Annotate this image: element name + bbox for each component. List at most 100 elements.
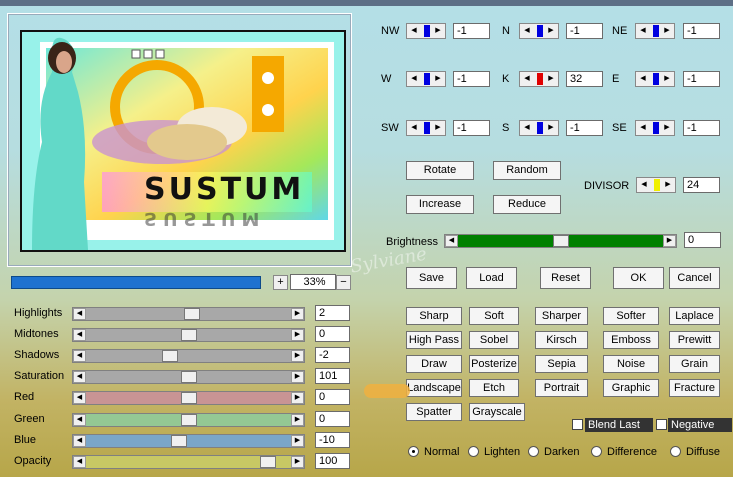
opacity-slider[interactable]: ◀ ▶ (72, 454, 305, 469)
preset-spatter-button[interactable]: Spatter (406, 403, 462, 421)
green-field[interactable]: 0 (315, 410, 350, 427)
zoom-in-button[interactable]: + (273, 275, 288, 290)
matrix-ne-spinner[interactable]: ◀ ▶ (635, 23, 675, 39)
matrix-e-right-arrow[interactable]: ▶ (660, 72, 674, 86)
matrix-n-field[interactable]: -1 (566, 23, 603, 39)
matrix-n-left-arrow[interactable]: ◀ (520, 24, 534, 38)
preset-laplace-button[interactable]: Laplace (669, 307, 720, 325)
matrix-s-field[interactable]: -1 (566, 120, 603, 136)
brightness-right-arrow[interactable]: ▶ (663, 235, 676, 247)
matrix-sw-right-arrow[interactable]: ▶ (431, 121, 445, 135)
preset-landscape-button[interactable]: Landscape (406, 379, 462, 397)
green-slider[interactable]: ◀ ▶ (72, 412, 305, 427)
matrix-s-right-arrow[interactable]: ▶ (544, 121, 558, 135)
saturation-field[interactable]: 101 (315, 368, 350, 385)
preset-fracture-button[interactable]: Fracture (669, 379, 720, 397)
blue-slider[interactable]: ◀ ▶ (72, 433, 305, 448)
opacity-right-arrow[interactable]: ▶ (291, 455, 304, 468)
ok-button[interactable]: OK (613, 267, 664, 289)
opacity-left-arrow[interactable]: ◀ (73, 455, 86, 468)
midtones-field[interactable]: 0 (315, 326, 350, 343)
matrix-se-spinner[interactable]: ◀ ▶ (635, 120, 675, 136)
matrix-e-field[interactable]: -1 (683, 71, 720, 87)
divisor-spinner[interactable]: ◀ ▶ (636, 177, 676, 193)
matrix-w-left-arrow[interactable]: ◀ (407, 72, 421, 86)
highlights-slider[interactable]: ◀ ▶ (72, 307, 305, 321)
blue-right-arrow[interactable]: ▶ (291, 434, 304, 447)
midtones-left-arrow[interactable]: ◀ (73, 329, 86, 342)
shadows-right-arrow[interactable]: ▶ (291, 350, 304, 363)
red-left-arrow[interactable]: ◀ (73, 392, 86, 405)
preset-soft-button[interactable]: Soft (469, 307, 519, 325)
brightness-left-arrow[interactable]: ◀ (445, 235, 458, 247)
preset-portrait-button[interactable]: Portrait (535, 379, 588, 397)
red-field[interactable]: 0 (315, 389, 350, 406)
matrix-nw-right-arrow[interactable]: ▶ (431, 24, 445, 38)
divisor-right-arrow[interactable]: ▶ (661, 178, 675, 192)
matrix-n-spinner[interactable]: ◀ ▶ (519, 23, 559, 39)
preset-sharp-button[interactable]: Sharp (406, 307, 462, 325)
preset-sharper-button[interactable]: Sharper (535, 307, 588, 325)
midtones-thumb[interactable] (180, 329, 197, 342)
brightness-slider[interactable]: ◀ ▶ (444, 234, 677, 248)
green-thumb[interactable] (180, 413, 197, 426)
matrix-k-left-arrow[interactable]: ◀ (520, 72, 534, 86)
matrix-s-left-arrow[interactable]: ◀ (520, 121, 534, 135)
shadows-slider[interactable]: ◀ ▶ (72, 349, 305, 364)
preset-posterize-button[interactable]: Posterize (469, 355, 519, 373)
matrix-se-field[interactable]: -1 (683, 120, 720, 136)
preset-grain-button[interactable]: Grain (669, 355, 720, 373)
matrix-n-right-arrow[interactable]: ▶ (544, 24, 558, 38)
shadows-field[interactable]: -2 (315, 347, 350, 364)
highlights-thumb[interactable] (184, 308, 201, 320)
matrix-se-left-arrow[interactable]: ◀ (636, 121, 650, 135)
matrix-w-right-arrow[interactable]: ▶ (431, 72, 445, 86)
zoom-field[interactable]: 33% (290, 274, 336, 290)
preset-emboss-button[interactable]: Emboss (603, 331, 659, 349)
matrix-se-right-arrow[interactable]: ▶ (660, 121, 674, 135)
matrix-ne-left-arrow[interactable]: ◀ (636, 24, 650, 38)
matrix-sw-spinner[interactable]: ◀ ▶ (406, 120, 446, 136)
highlights-right-arrow[interactable]: ▶ (291, 308, 304, 320)
brightness-thumb[interactable] (552, 235, 569, 247)
preset-prewitt-button[interactable]: Prewitt (669, 331, 720, 349)
increase-button[interactable]: Increase (406, 195, 474, 214)
matrix-w-spinner[interactable]: ◀ ▶ (406, 71, 446, 87)
blue-field[interactable]: -10 (315, 431, 350, 448)
blue-left-arrow[interactable]: ◀ (73, 434, 86, 447)
saturation-left-arrow[interactable]: ◀ (73, 371, 86, 384)
matrix-w-field[interactable]: -1 (453, 71, 490, 87)
preset-kirsch-button[interactable]: Kirsch (535, 331, 588, 349)
rotate-button[interactable]: Rotate (406, 161, 474, 180)
opacity-field[interactable]: 100 (315, 452, 350, 469)
preset-softer-button[interactable]: Softer (603, 307, 659, 325)
saturation-slider[interactable]: ◀ ▶ (72, 370, 305, 385)
divisor-left-arrow[interactable]: ◀ (637, 178, 651, 192)
matrix-ne-field[interactable]: -1 (683, 23, 720, 39)
negative-checkbox[interactable] (656, 419, 667, 430)
divisor-field[interactable]: 24 (683, 177, 720, 193)
matrix-nw-field[interactable]: -1 (453, 23, 490, 39)
preset-grayscale-button[interactable]: Grayscale (469, 403, 525, 421)
matrix-e-left-arrow[interactable]: ◀ (636, 72, 650, 86)
mode-diffuse-radio[interactable] (670, 446, 681, 457)
preset-draw-button[interactable]: Draw (406, 355, 462, 373)
preset-noise-button[interactable]: Noise (603, 355, 659, 373)
red-right-arrow[interactable]: ▶ (291, 392, 304, 405)
red-thumb[interactable] (180, 392, 197, 405)
reset-button[interactable]: Reset (540, 267, 591, 289)
matrix-k-right-arrow[interactable]: ▶ (544, 72, 558, 86)
shadows-left-arrow[interactable]: ◀ (73, 350, 86, 363)
red-slider[interactable]: ◀ ▶ (72, 391, 305, 406)
blend-last-checkbox[interactable] (572, 419, 583, 430)
preset-graphic-button[interactable]: Graphic (603, 379, 659, 397)
opacity-thumb[interactable] (259, 455, 276, 468)
cancel-button[interactable]: Cancel (669, 267, 720, 289)
matrix-s-spinner[interactable]: ◀ ▶ (519, 120, 559, 136)
mode-normal-radio[interactable] (408, 446, 419, 457)
matrix-sw-field[interactable]: -1 (453, 120, 490, 136)
matrix-sw-left-arrow[interactable]: ◀ (407, 121, 421, 135)
saturation-right-arrow[interactable]: ▶ (291, 371, 304, 384)
shadows-thumb[interactable] (161, 350, 178, 363)
midtones-slider[interactable]: ◀ ▶ (72, 328, 305, 343)
